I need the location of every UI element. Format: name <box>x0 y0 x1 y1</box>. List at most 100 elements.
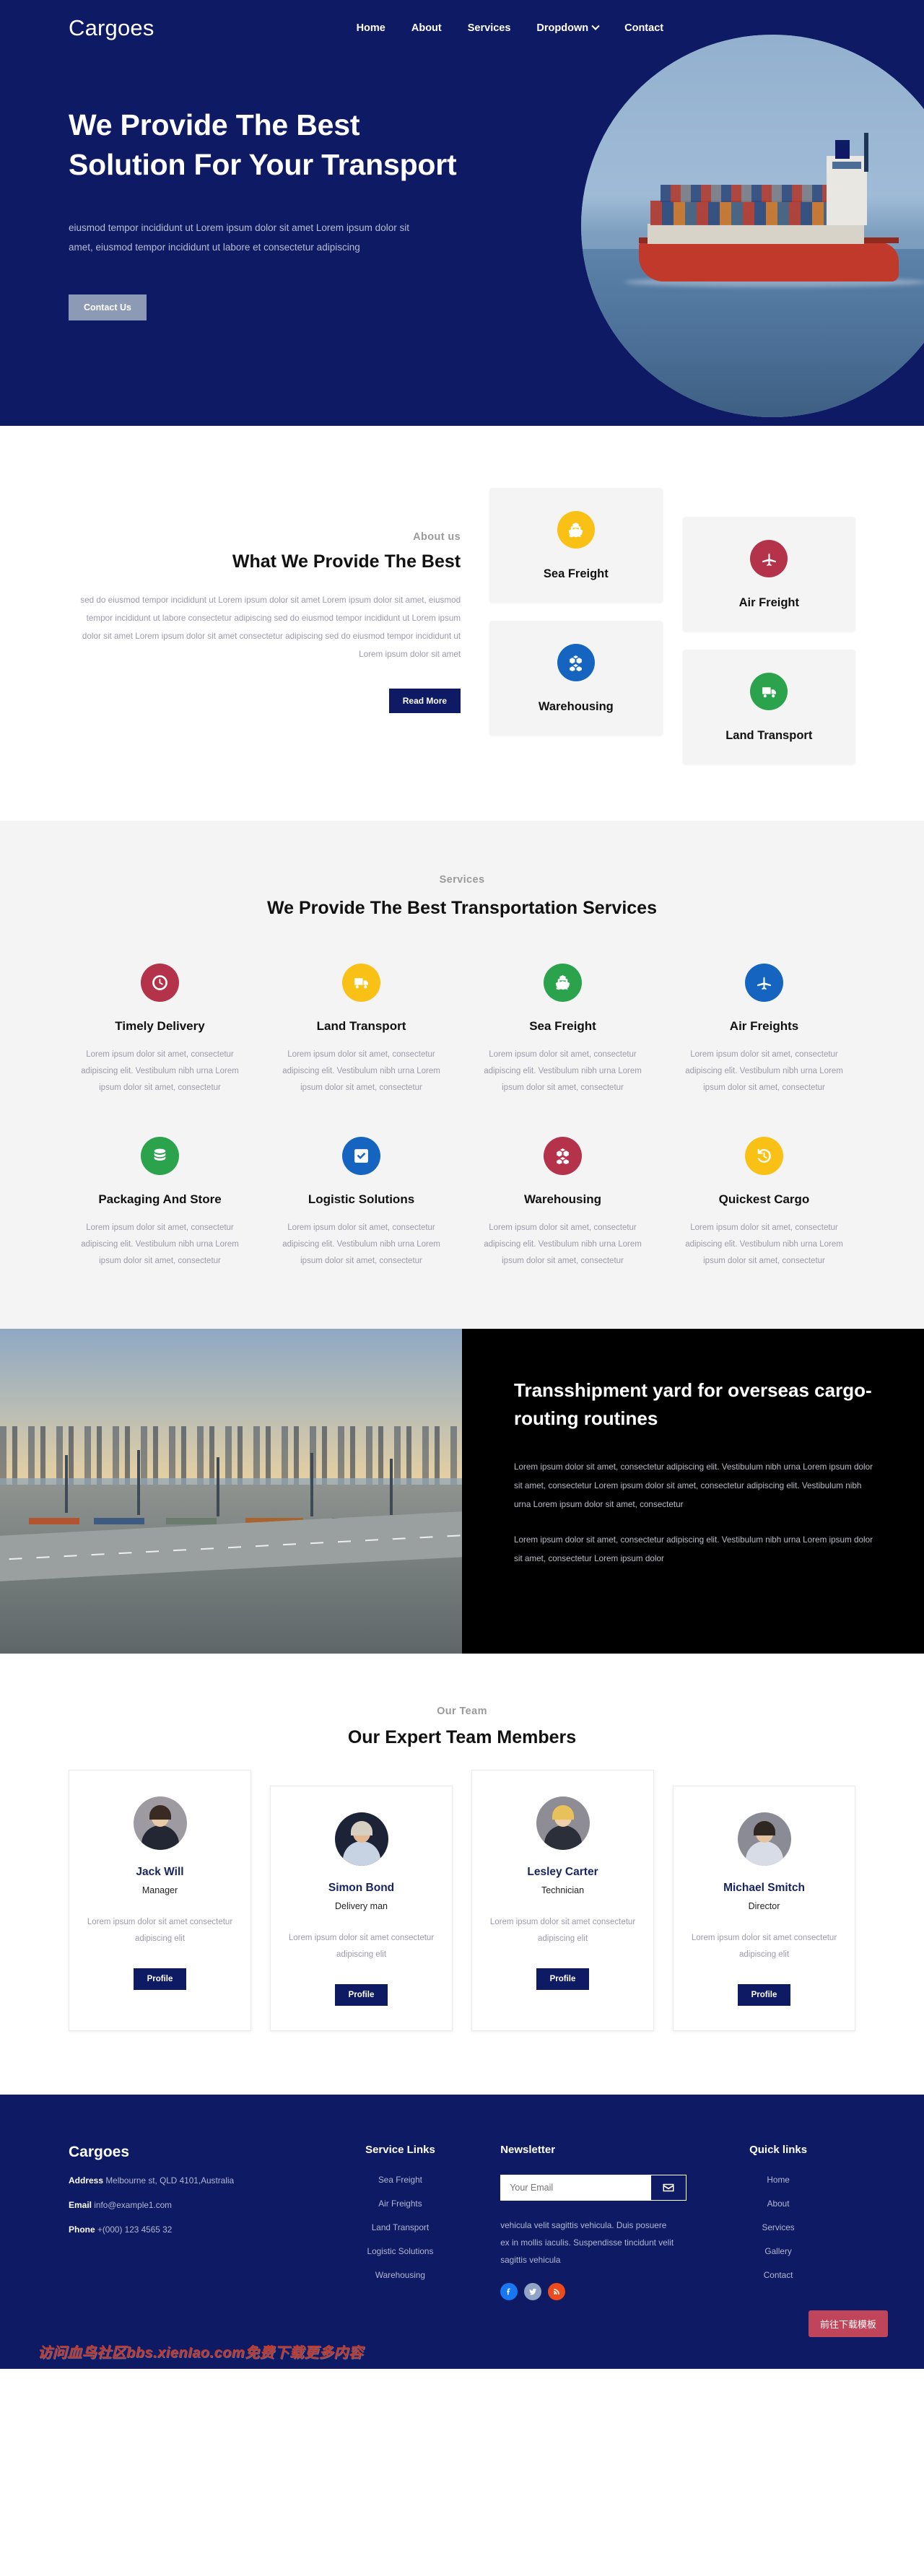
chevron-down-icon <box>591 22 600 30</box>
service-description: Lorem ipsum dolor sit amet, consectetur … <box>282 1049 440 1092</box>
footer-link-logistic-solutions[interactable]: Logistic Solutions <box>315 2246 487 2256</box>
newsletter-submit-button[interactable] <box>651 2175 687 2200</box>
team-card-lesley-carter[interactable]: Lesley Carter Technician Lorem ipsum dol… <box>471 1769 654 2031</box>
profile-button[interactable]: Profile <box>737 1983 791 2006</box>
nav-label: Services <box>467 22 511 34</box>
service-description: Lorem ipsum dolor sit amet, consectetur … <box>282 1223 440 1265</box>
footer-link-sea-freight[interactable]: Sea Freight <box>315 2175 487 2185</box>
footer-brand: Cargoes <box>69 2143 130 2160</box>
nav-item-services[interactable]: Services <box>468 22 511 34</box>
profile-button[interactable]: Profile <box>133 1968 187 1990</box>
transshipment-text: Transshipment yard for overseas cargo-ro… <box>462 1328 924 1654</box>
footer-link-air-freights[interactable]: Air Freights <box>315 2199 487 2209</box>
profile-button[interactable]: Profile <box>334 1983 388 2006</box>
social-links <box>500 2283 687 2301</box>
avatar-hair <box>552 1804 574 1820</box>
service-item-quickest-cargo[interactable]: Quickest Cargo Lorem ipsum dolor sit ame… <box>673 1136 855 1270</box>
team-card-jack-will[interactable]: Jack Will Manager Lorem ipsum dolor sit … <box>69 1769 251 2031</box>
team-member-role: Manager <box>141 1885 178 1895</box>
team-card-simon-bond[interactable]: Simon Bond Delivery man Lorem ipsum dolo… <box>270 1785 453 2031</box>
service-item-timely-delivery[interactable]: Timely Delivery Lorem ipsum dolor sit am… <box>69 963 251 1096</box>
hero-subtitle: eiusmod tempor incididunt ut Lorem ipsum… <box>69 222 409 253</box>
service-item-logistic-solutions[interactable]: Logistic Solutions Lorem ipsum dolor sit… <box>270 1136 453 1270</box>
service-item-sea-freight[interactable]: Sea Freight Lorem ipsum dolor sit amet, … <box>471 963 654 1096</box>
crane-icon <box>390 1458 393 1515</box>
ship-icon <box>557 511 595 549</box>
footer-link-contact[interactable]: Contact <box>701 2270 855 2280</box>
team-member-name: Jack Will <box>136 1865 184 1878</box>
hero-title: We Provide The Best Solution For Your Tr… <box>69 108 457 181</box>
image-city-skyline <box>0 1425 462 1485</box>
rss-icon[interactable] <box>548 2283 566 2301</box>
footer-link-home[interactable]: Home <box>701 2175 855 2185</box>
profile-button[interactable]: Profile <box>536 1968 590 1990</box>
services-heading: We Provide The Best Transportation Servi… <box>267 898 657 918</box>
services-section: Services We Provide The Best Transportat… <box>0 821 924 1329</box>
avatar <box>737 1812 791 1866</box>
footer-quick-links-column: Quick links Home About Services Gallery … <box>701 2144 855 2301</box>
service-title: Quickest Cargo <box>718 1192 810 1206</box>
nav-label: Contact <box>624 22 664 34</box>
nav-item-about[interactable]: About <box>411 22 442 34</box>
hero-section: Cargoes Home About Services Dropdown Con… <box>0 0 924 426</box>
feature-card-land-transport[interactable]: Land Transport <box>682 650 855 764</box>
plane-icon <box>750 540 788 577</box>
transshipment-heading: Transshipment yard for overseas cargo-ro… <box>514 1379 872 1430</box>
yard-container <box>94 1517 144 1524</box>
envelope-icon <box>663 2183 674 2191</box>
footer-email-value[interactable]: info@example1.com <box>94 2200 172 2210</box>
service-item-air-freights[interactable]: Air Freights Lorem ipsum dolor sit amet,… <box>673 963 855 1096</box>
service-title: Packaging And Store <box>98 1192 222 1206</box>
newsletter-email-input[interactable] <box>501 2175 652 2200</box>
brand-logo[interactable]: Cargoes <box>69 15 154 41</box>
team-member-role: Technician <box>541 1885 585 1895</box>
footer-company-column: Cargoes Address Melbourne st, QLD 4101,A… <box>69 2144 300 2301</box>
nav-item-contact[interactable]: Contact <box>624 22 663 34</box>
about-paragraph: sed do eiusmod tempor incididunt ut Lore… <box>80 595 461 660</box>
services-grid: Timely Delivery Lorem ipsum dolor sit am… <box>69 963 855 1270</box>
footer-quick-links-title: Quick links <box>749 2143 808 2156</box>
newsletter-form <box>500 2174 687 2201</box>
footer-phone-value[interactable]: +(000) 123 4565 32 <box>97 2224 172 2235</box>
nav-item-home[interactable]: Home <box>357 22 385 34</box>
truck-icon <box>342 963 380 1002</box>
service-item-packaging-and-store[interactable]: Packaging And Store Lorem ipsum dolor si… <box>69 1136 251 1270</box>
service-item-warehousing[interactable]: Warehousing Lorem ipsum dolor sit amet, … <box>471 1136 654 1270</box>
yard-container <box>166 1517 217 1524</box>
footer-link-land-transport[interactable]: Land Transport <box>315 2222 487 2232</box>
nav-item-dropdown[interactable]: Dropdown <box>536 22 600 34</box>
team-card-michael-smitch[interactable]: Michael Smitch Director Lorem ipsum dolo… <box>673 1785 855 2031</box>
ship-icon <box>544 963 582 1002</box>
twitter-icon[interactable] <box>524 2283 542 2301</box>
transshipment-paragraph-2: Lorem ipsum dolor sit amet, consectetur … <box>514 1534 873 1563</box>
avatar <box>536 1796 590 1850</box>
team-member-role: Delivery man <box>335 1900 388 1911</box>
footer-link-about[interactable]: About <box>701 2199 855 2209</box>
feature-card-warehousing[interactable]: Warehousing <box>489 621 663 735</box>
service-item-land-transport[interactable]: Land Transport Lorem ipsum dolor sit ame… <box>270 963 453 1096</box>
truck-icon <box>750 673 788 710</box>
footer-link-gallery[interactable]: Gallery <box>701 2246 855 2256</box>
footer-newsletter-column: Newsletter vehicula velit sagittis vehic… <box>500 2144 687 2301</box>
footer-address-value: Melbourne st, QLD 4101,Australia <box>105 2175 235 2186</box>
check-square-icon <box>342 1136 380 1175</box>
contact-us-button[interactable]: Contact Us <box>69 294 147 320</box>
team-member-role: Director <box>748 1900 780 1911</box>
avatar-body <box>141 1825 179 1850</box>
nav-label: About <box>411 22 442 34</box>
database-icon <box>141 1136 179 1175</box>
footer-link-warehousing[interactable]: Warehousing <box>315 2270 487 2280</box>
feature-card-air-freight[interactable]: Air Freight <box>682 517 855 632</box>
about-feature-cards: Sea Freight Warehousing Air Freight Land… <box>489 488 855 764</box>
about-heading: What We Provide The Best <box>232 551 461 572</box>
avatar-hair <box>350 1820 372 1835</box>
feature-card-title: Land Transport <box>725 729 813 742</box>
download-template-button[interactable]: 前往下载模板 <box>808 2310 888 2338</box>
feature-card-sea-freight[interactable]: Sea Freight <box>489 488 663 603</box>
footer-phone-label: Phone <box>69 2224 95 2235</box>
read-more-button[interactable]: Read More <box>388 688 461 713</box>
facebook-icon[interactable] <box>500 2283 518 2301</box>
footer-email-row: Email info@example1.com <box>69 2200 300 2210</box>
transshipment-section: Transshipment yard for overseas cargo-ro… <box>0 1328 924 1654</box>
footer-link-services[interactable]: Services <box>701 2222 855 2232</box>
